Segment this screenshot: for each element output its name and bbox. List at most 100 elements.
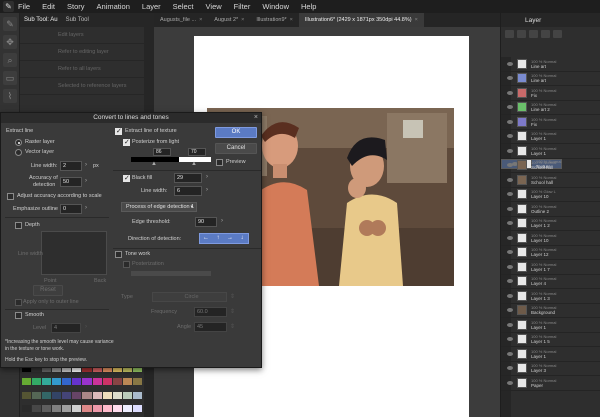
ok-button[interactable]: OK [215,127,257,138]
eye-icon[interactable] [507,206,513,211]
tab-document[interactable]: Augusts_file ... × [154,13,208,27]
layer-row[interactable]: 100 % Normal Layer 1 7 [501,260,600,275]
eye-icon[interactable] [507,61,513,66]
menu-edit[interactable]: Edit [42,2,55,11]
tab-document-active[interactable]: Illustration6* (2429 x 1871px 350dpi 44.… [298,13,424,27]
tab-document[interactable]: Illustration9* × [250,13,299,27]
color-swatch[interactable] [132,404,142,412]
layer-row[interactable]: 100 % Normal Paper [501,376,600,391]
texture-line-width-input[interactable]: 6 [174,186,202,196]
eye-icon[interactable] [507,337,513,342]
chevron-right-icon[interactable]: › [206,174,208,180]
color-swatch[interactable] [42,391,52,399]
subtool-row[interactable]: Edit layers [20,27,144,44]
angle-input[interactable]: 45 [194,322,227,332]
menu-view[interactable]: View [206,2,222,11]
color-swatch[interactable] [102,404,112,412]
layer-row[interactable]: 100 % Normal Line art [501,72,600,86]
color-swatch[interactable] [122,391,132,399]
color-swatch[interactable] [32,391,42,399]
layer-row[interactable]: 100 % Normal Layer 1 [501,144,600,159]
eyedropper-tool-icon[interactable]: ⌇ [3,89,17,103]
posterize-low-input[interactable]: 86 [153,148,171,156]
color-swatch[interactable] [112,391,122,399]
posterize-high-input[interactable]: 70 [188,148,206,156]
eye-icon[interactable] [507,264,513,269]
layer-row[interactable]: 100 % Normal Layer 1 [501,130,600,144]
layer-row[interactable]: 100 % Normal Layer 1 [501,347,600,362]
color-swatch[interactable] [122,378,132,386]
tab-document[interactable]: August 2* × [208,13,250,27]
eye-icon[interactable] [507,76,513,81]
color-swatch[interactable] [132,378,142,386]
posterization-bar[interactable] [131,271,211,276]
layer-list[interactable]: 100 % Normal Line art 100 % Normal Line ar… [501,57,600,417]
posterize-gradient-bar[interactable] [131,157,211,162]
close-icon[interactable]: × [290,17,293,23]
tab-sub-tool-auto[interactable]: Sub Tool: Au [24,17,58,23]
arrow-right-icon[interactable]: → [224,234,236,243]
accuracy-input[interactable]: 50 [60,177,82,187]
layer-row[interactable]: 100 % Normal Background [501,304,600,318]
color-swatch[interactable] [22,378,32,386]
color-swatch[interactable] [112,404,122,412]
layer-row[interactable]: 100 % Normal Outline 2 [501,202,600,217]
color-swatch[interactable] [52,391,62,399]
preview-checkbox[interactable] [216,159,223,166]
extract-texture-checkbox[interactable] [115,127,122,135]
eye-icon[interactable] [507,380,513,385]
layer-row[interactable]: 100 % Normal Fix [501,86,600,101]
eye-icon[interactable] [507,308,513,313]
eye-icon[interactable] [507,192,513,197]
menu-layer[interactable]: Layer [142,2,161,11]
eye-icon[interactable] [507,105,513,110]
emphasize-outline-input[interactable]: 0 [60,204,82,214]
color-swatch[interactable] [112,378,122,386]
layer-row[interactable]: 100 % Normal Layer 1 5 [501,333,600,347]
layer-row[interactable]: 100 % Normal School hall [501,159,600,173]
subtool-row[interactable]: Refer to editing layer [20,44,144,61]
color-swatch[interactable] [32,378,42,386]
color-swatch[interactable] [62,391,72,399]
close-icon[interactable]: × [241,17,244,23]
chevron-right-icon[interactable]: › [85,178,87,184]
eye-icon[interactable] [507,119,513,124]
menu-file[interactable]: File [18,2,30,11]
layer-row[interactable]: 100 % Normal Fix [501,115,600,130]
black-fill-input[interactable]: 29 [174,173,202,183]
depth-reset-button[interactable]: Reset [33,285,63,296]
chevron-right-icon[interactable]: › [85,205,87,211]
close-icon[interactable]: × [415,17,418,23]
menu-filter[interactable]: Filter [234,2,251,11]
frequency-input[interactable]: 60.0 [194,307,227,317]
layer-row[interactable]: 100 % Normal Layer 1 2 [501,217,600,231]
layer-mask-icon[interactable] [541,30,550,38]
menu-window[interactable]: Window [262,2,289,11]
tone-work-checkbox[interactable] [115,251,122,258]
tab-sub-tool[interactable]: Sub Tool [66,17,89,23]
eye-icon[interactable] [507,235,513,240]
menu-animation[interactable]: Animation [97,2,130,11]
color-swatch[interactable] [122,404,132,412]
color-swatch[interactable] [42,378,52,386]
eye-icon[interactable] [507,221,513,226]
pen-tool-icon[interactable]: ✎ [3,17,17,31]
layer-row[interactable]: 100 % Normal Line art 2 [501,101,600,115]
eye-icon[interactable] [507,351,513,356]
line-width-input[interactable]: 2 [60,161,82,171]
color-swatch[interactable] [32,404,42,412]
eye-icon[interactable] [507,90,513,95]
color-swatch[interactable] [62,378,72,386]
layer-row[interactable]: 100 % Normal School hall [501,173,600,188]
color-swatch[interactable] [92,391,102,399]
posterize-checkbox[interactable] [123,138,130,146]
color-swatch[interactable] [22,404,32,412]
smooth-checkbox[interactable] [15,312,22,319]
chevron-right-icon[interactable]: › [85,324,87,330]
menu-help[interactable]: Help [301,2,316,11]
color-swatch[interactable] [82,391,92,399]
eye-icon[interactable] [507,177,513,182]
delete-layer-icon[interactable] [529,30,538,38]
cancel-button[interactable]: Cancel [215,143,257,154]
vector-layer-radio[interactable] [15,149,22,156]
